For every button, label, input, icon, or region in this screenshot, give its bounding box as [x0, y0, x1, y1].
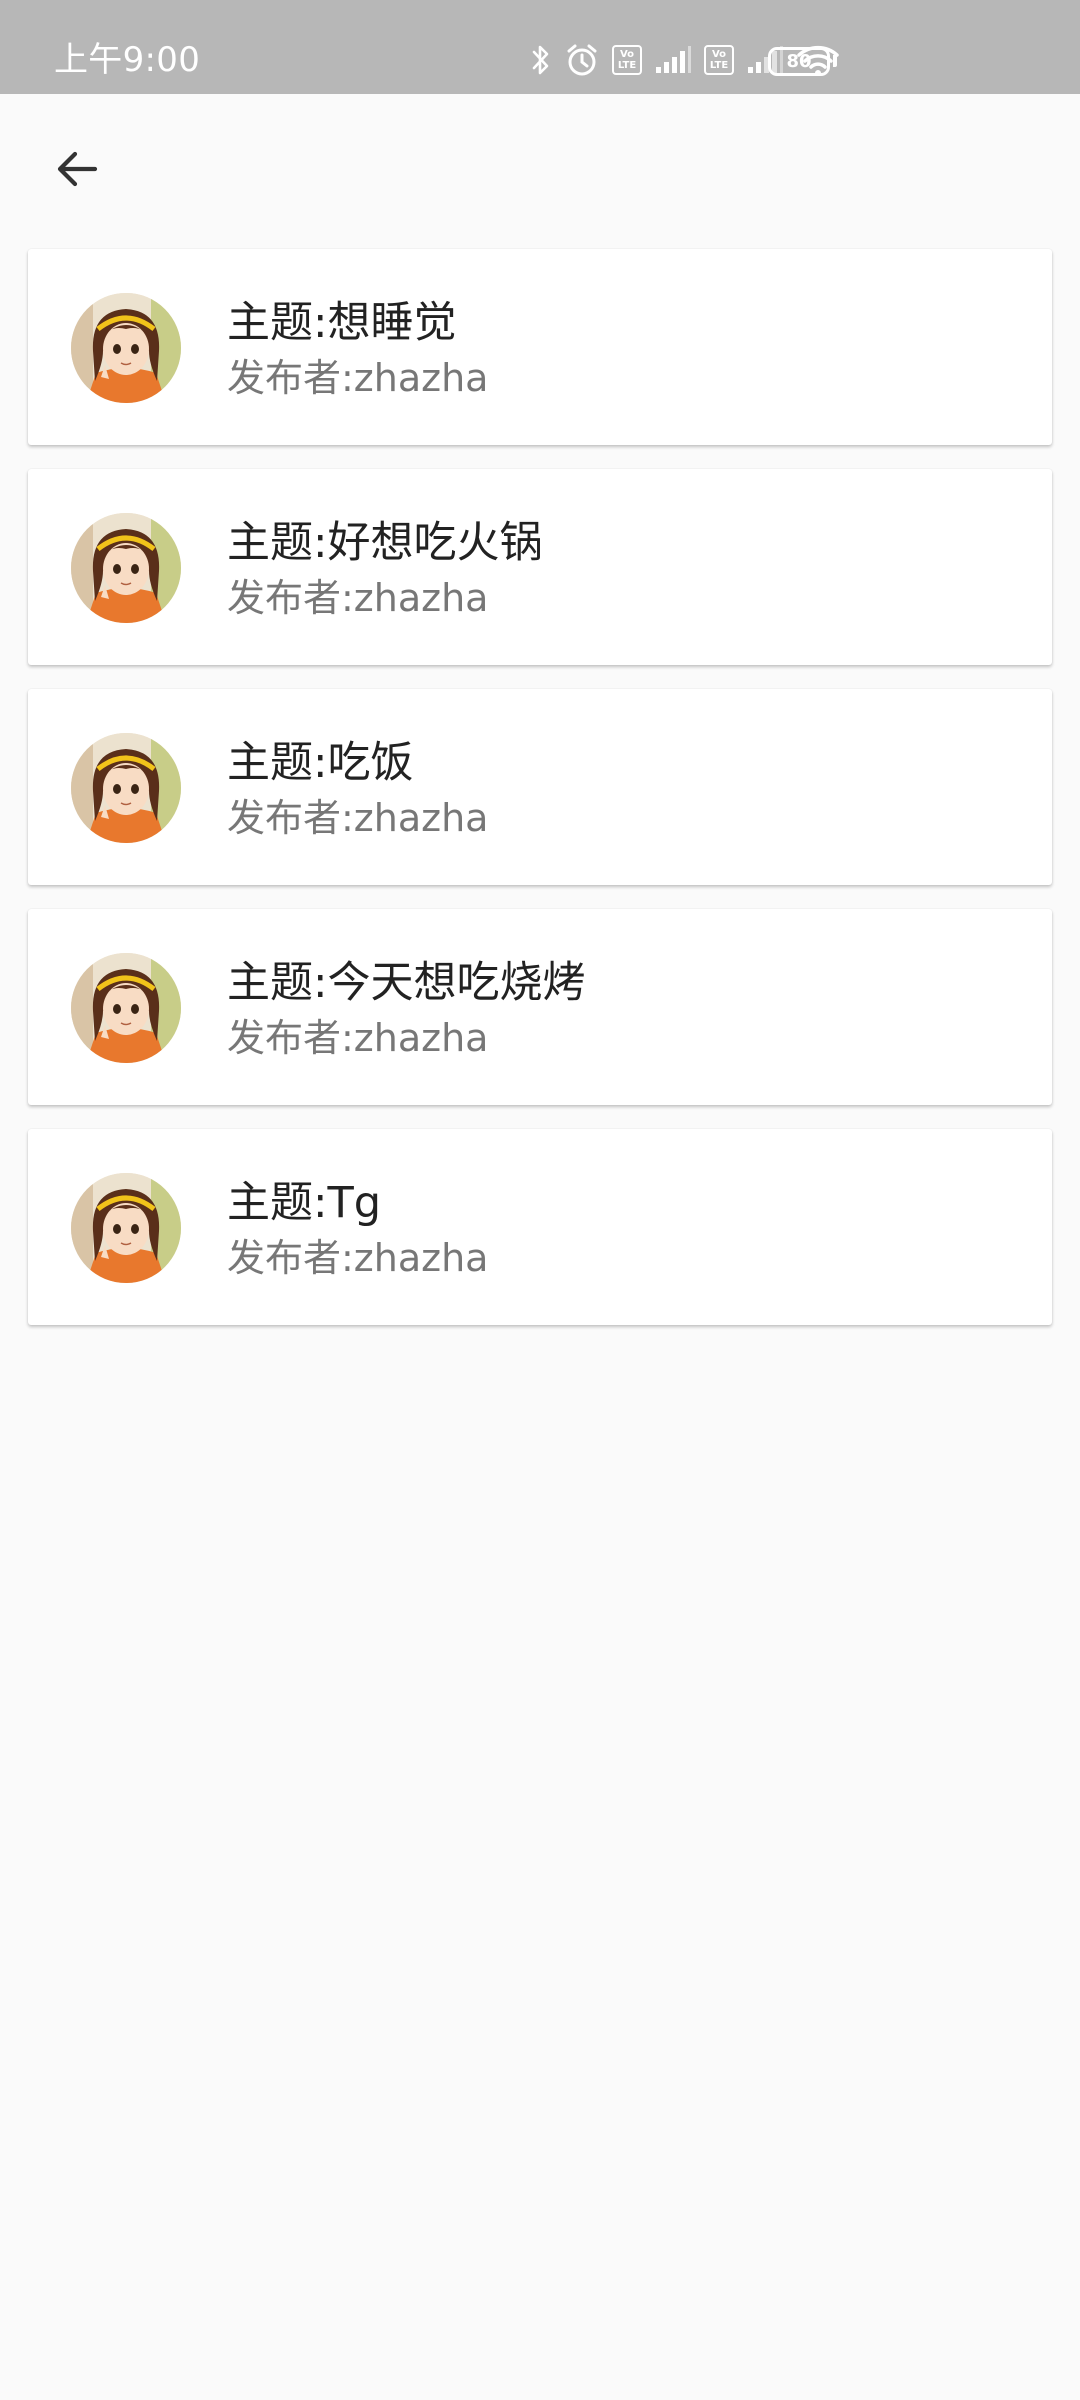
- app-bar: [0, 94, 1080, 244]
- topic-card[interactable]: 主题:想睡觉 发布者:zhazha: [28, 249, 1052, 445]
- topic-author: 发布者:zhazha: [227, 1236, 489, 1280]
- topic-card[interactable]: 主题:吃饭 发布者:zhazha: [28, 689, 1052, 885]
- battery-level: 80: [786, 51, 812, 72]
- topic-title: 主题:吃饭: [227, 738, 414, 788]
- topic-title: 主题:想睡觉: [227, 298, 457, 348]
- topic-author: 发布者:zhazha: [227, 356, 489, 400]
- topic-author: 发布者:zhazha: [227, 1016, 489, 1060]
- topic-title: 主题:今天想吃烧烤: [227, 958, 586, 1008]
- arrow-left-icon: [57, 151, 98, 187]
- avatar: [71, 293, 181, 403]
- topic-title: 主题:好想吃火锅: [227, 518, 543, 568]
- topic-list: 主题:想睡觉 发布者:zhazha 主题:好想吃火锅 发布者:zhazha 主题…: [28, 249, 1052, 1349]
- battery-icon: 80: [768, 47, 830, 76]
- status-bar: 上午9:00 Vo LTE Vo LTE 80: [0, 0, 1080, 94]
- alarm-icon: [564, 42, 600, 78]
- volte-icon: Vo LTE: [704, 45, 734, 75]
- topic-author: 发布者:zhazha: [227, 796, 489, 840]
- bluetooth-icon: [530, 43, 552, 77]
- volte-icon: Vo LTE: [612, 45, 642, 75]
- topic-card[interactable]: 主题:好想吃火锅 发布者:zhazha: [28, 469, 1052, 665]
- avatar: [71, 733, 181, 843]
- back-button[interactable]: [38, 130, 116, 208]
- battery-tip: [833, 55, 837, 67]
- signal-icon: [654, 45, 692, 75]
- avatar: [71, 1173, 181, 1283]
- topic-card[interactable]: 主题:今天想吃烧烤 发布者:zhazha: [28, 909, 1052, 1105]
- avatar: [71, 953, 181, 1063]
- avatar: [71, 513, 181, 623]
- topic-title: 主题:Tg: [227, 1178, 382, 1228]
- topic-author: 发布者:zhazha: [227, 576, 489, 620]
- topic-card[interactable]: 主题:Tg 发布者:zhazha: [28, 1129, 1052, 1325]
- status-time: 上午9:00: [54, 40, 201, 80]
